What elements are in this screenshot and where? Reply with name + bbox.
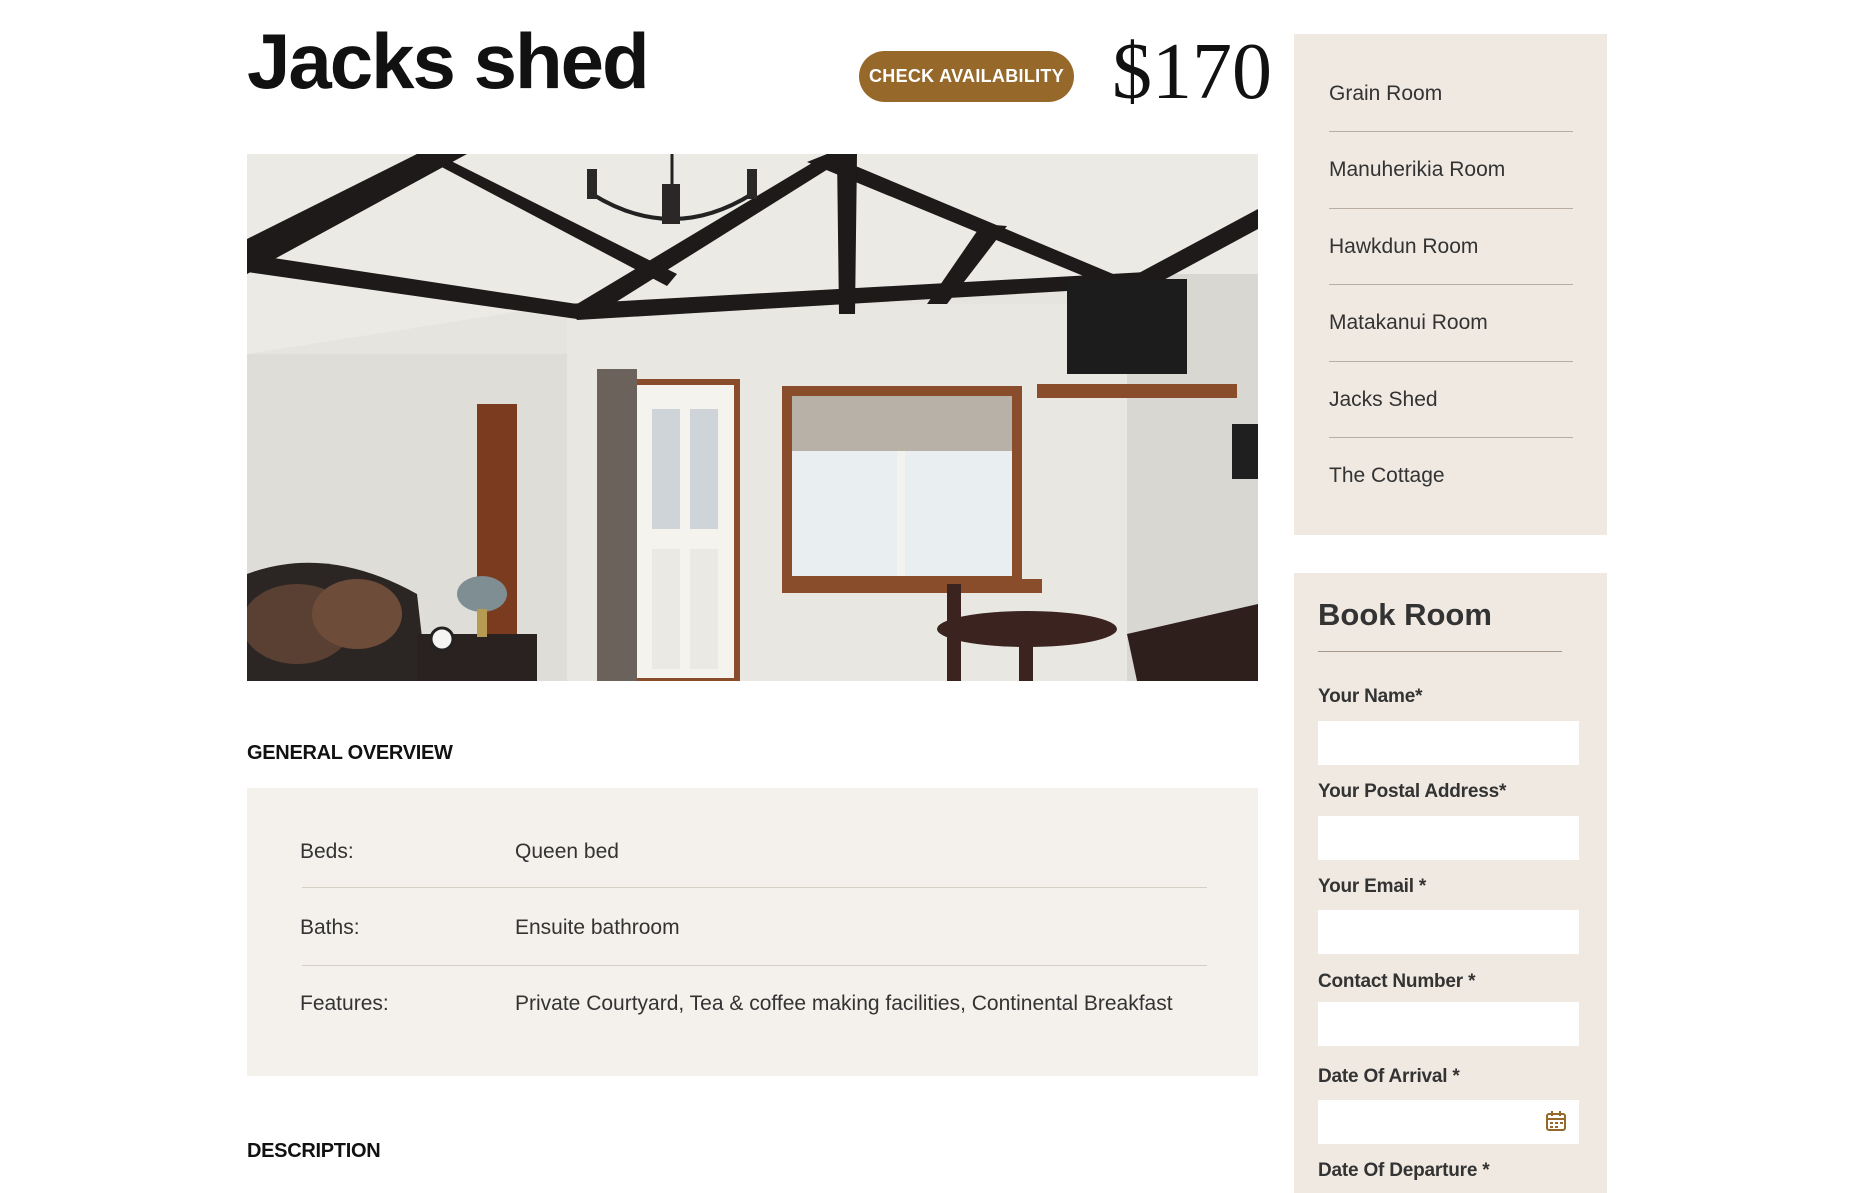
room-link-matakanui[interactable]: Matakanui Room bbox=[1329, 311, 1488, 335]
overview-value: Private Courtyard, Tea & coffee making f… bbox=[515, 992, 1173, 1015]
overview-label: Features: bbox=[300, 992, 389, 1015]
email-label: Your Email * bbox=[1318, 876, 1427, 897]
book-room-title: Book Room bbox=[1318, 597, 1492, 632]
book-room-divider bbox=[1318, 651, 1562, 652]
room-photo bbox=[247, 154, 1258, 681]
rooms-nav: Grain Room Manuherikia Room Hawkdun Room… bbox=[1294, 34, 1607, 535]
room-link-the-cottage[interactable]: The Cottage bbox=[1329, 464, 1445, 488]
arrival-date-label: Date Of Arrival * bbox=[1318, 1066, 1460, 1087]
postal-address-input[interactable] bbox=[1318, 816, 1579, 860]
name-input[interactable] bbox=[1318, 721, 1579, 765]
page-title: Jacks shed bbox=[247, 17, 650, 105]
overview-table: Beds: Queen bed Baths: Ensuite bathroom … bbox=[247, 788, 1258, 1076]
description-heading: DESCRIPTION bbox=[247, 1140, 381, 1162]
room-divider bbox=[1329, 131, 1573, 132]
room-link-grain[interactable]: Grain Room bbox=[1329, 82, 1442, 106]
overview-value: Ensuite bathroom bbox=[515, 916, 680, 939]
arrival-date-input[interactable] bbox=[1318, 1100, 1579, 1144]
contact-number-label: Contact Number * bbox=[1318, 971, 1476, 992]
room-link-hawkdun[interactable]: Hawkdun Room bbox=[1329, 235, 1478, 259]
check-availability-button[interactable]: CHECK AVAILABILITY bbox=[859, 51, 1074, 102]
departure-date-label: Date Of Departure * bbox=[1318, 1160, 1490, 1181]
room-divider bbox=[1329, 284, 1573, 285]
room-divider bbox=[1329, 208, 1573, 209]
name-label: Your Name* bbox=[1318, 686, 1423, 707]
room-link-manuherikia[interactable]: Manuherikia Room bbox=[1329, 158, 1505, 182]
overview-label: Beds: bbox=[300, 840, 354, 863]
room-price: $170 bbox=[1112, 28, 1272, 116]
room-divider bbox=[1329, 361, 1573, 362]
contact-number-input[interactable] bbox=[1318, 1002, 1579, 1046]
book-room-form: Book Room Your Name* Your Postal Address… bbox=[1294, 573, 1607, 1193]
room-link-jacks-shed[interactable]: Jacks Shed bbox=[1329, 388, 1438, 412]
room-divider bbox=[1329, 437, 1573, 438]
calendar-icon[interactable] bbox=[1545, 1110, 1567, 1137]
general-overview-heading: GENERAL OVERVIEW bbox=[247, 742, 453, 764]
overview-divider bbox=[302, 887, 1207, 888]
postal-address-label: Your Postal Address* bbox=[1318, 781, 1507, 802]
overview-label: Baths: bbox=[300, 916, 360, 939]
email-input[interactable] bbox=[1318, 910, 1579, 954]
overview-divider bbox=[302, 965, 1207, 966]
overview-value: Queen bed bbox=[515, 840, 619, 863]
